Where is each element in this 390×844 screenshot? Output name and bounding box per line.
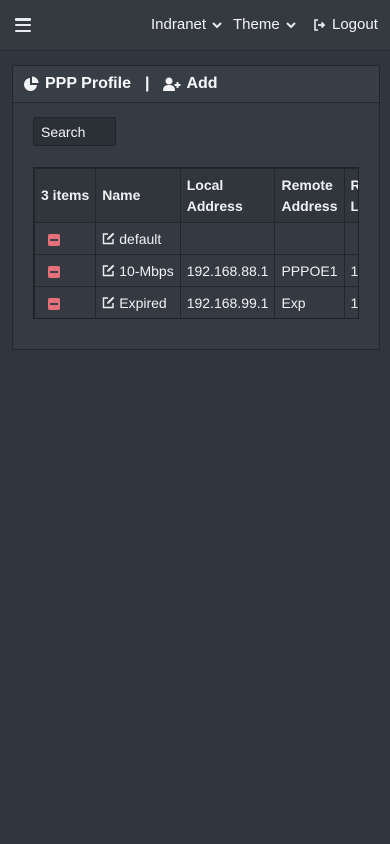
table-row: Expired 192.168.99.1 Exp 1M — [34, 286, 358, 318]
nav-label: Logout — [332, 16, 378, 33]
table-row: 10-Mbps 192.168.88.1 PPPOE1 10M — [34, 254, 358, 287]
edit-profile-link[interactable]: Expired — [102, 294, 167, 311]
chevron-down-icon — [212, 21, 222, 28]
nav-label: Theme — [233, 16, 280, 33]
local-address-cell: 192.168.88.1 — [179, 254, 276, 287]
pie-chart-icon — [24, 76, 39, 91]
edit-profile-link[interactable]: default — [102, 231, 161, 247]
column-header-name[interactable]: Name — [95, 168, 181, 223]
table-row: default — [34, 222, 358, 255]
top-navbar: Indranet Theme Logout — [0, 0, 390, 51]
rate-limit-cell: 10M — [343, 254, 358, 287]
profile-name: default — [119, 230, 162, 247]
rate-limit-cell: 1M — [343, 286, 358, 318]
card-header: PPP Profile | Add — [13, 66, 379, 103]
column-header-rate-limit[interactable]: Rate Limit — [343, 168, 358, 223]
column-header-remote-address[interactable]: Remote Address — [274, 168, 345, 223]
profiles-table: 3 items Name Local Address Remote Addres… — [34, 168, 358, 318]
logout-icon — [314, 18, 326, 31]
delete-icon[interactable] — [48, 297, 60, 310]
local-address-cell: 192.168.99.1 — [179, 286, 276, 318]
profiles-table-container[interactable]: 3 items Name Local Address Remote Addres… — [33, 167, 359, 319]
edit-icon — [103, 296, 115, 308]
profile-name: 10-Mbps — [119, 262, 174, 279]
delete-icon[interactable] — [48, 233, 60, 246]
table-header-row: 3 items Name Local Address Remote Addres… — [34, 168, 358, 223]
nav-dropdown-theme[interactable]: Theme — [233, 16, 297, 33]
logout-link[interactable]: Logout — [313, 16, 378, 33]
user-plus-icon — [163, 77, 181, 91]
add-label: Add — [186, 75, 218, 92]
nav-label: Indranet — [151, 16, 207, 33]
profile-name: Expired — [119, 294, 167, 311]
local-address-cell — [179, 222, 276, 255]
chevron-down-icon — [285, 21, 296, 28]
edit-icon — [103, 232, 115, 244]
ppp-profile-card: PPP Profile | Add 3 items Name Local Add… — [12, 65, 380, 350]
remote-address-cell — [274, 222, 345, 255]
edit-profile-link[interactable]: 10-Mbps — [102, 262, 174, 279]
nav-dropdown-indranet[interactable]: Indranet — [151, 16, 223, 33]
header-separator: | — [144, 75, 150, 92]
remote-address-cell: Exp — [274, 286, 345, 318]
edit-icon — [103, 264, 115, 276]
column-header-count: 3 items — [34, 168, 97, 223]
rate-limit-cell — [343, 222, 358, 255]
search-input[interactable] — [33, 117, 116, 146]
column-header-local-address[interactable]: Local Address — [179, 168, 276, 223]
card-title: PPP Profile — [45, 75, 131, 92]
add-profile-button[interactable]: Add — [163, 75, 218, 93]
hamburger-icon[interactable] — [15, 18, 31, 32]
remote-address-cell: PPPOE1 — [274, 254, 345, 287]
delete-icon[interactable] — [48, 265, 60, 278]
